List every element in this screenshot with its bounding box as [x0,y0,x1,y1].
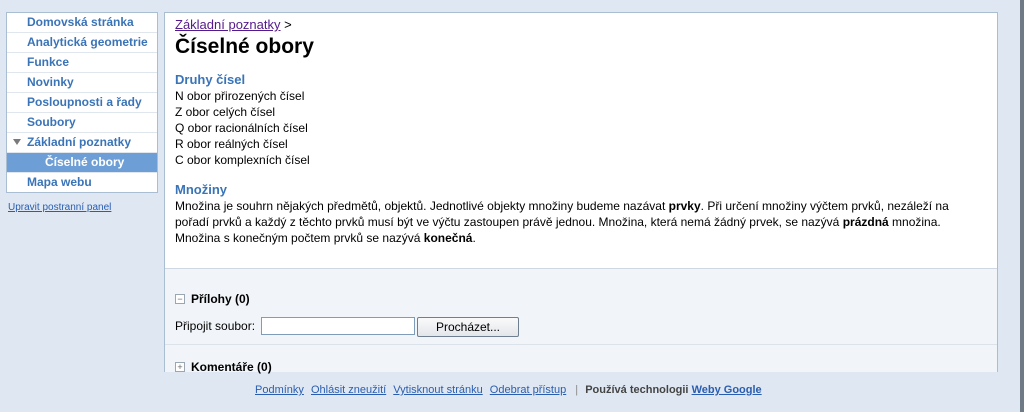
section-heading-number-types: Druhy čísel [175,72,246,87]
sidebar-item-home[interactable]: Domovská stránka [7,13,157,33]
terms-link[interactable]: Podmínky [255,384,304,396]
sidebar-item-sequences[interactable]: Posloupnosti a řady [7,93,157,113]
list-item: Q obor racionálních čísel [175,121,308,135]
footer: Podmínky Ohlásit zneužití Vytisknout str… [255,384,766,396]
comments-title: Komentáře (0) [191,360,272,374]
sidebar-item-label: Základní poznatky [27,135,132,149]
sidebar-item-functions[interactable]: Funkce [7,53,157,73]
sidebar: Domovská stránka Analytická geometrie Fu… [6,12,158,193]
attachments-header[interactable]: − Přílohy (0) [175,292,250,306]
list-item: N obor přirozených čísel [175,89,305,103]
bold-term: prázdná [842,215,889,229]
list-item: Z obor celých čísel [175,105,276,119]
sets-paragraph: Množina je souhrn nějakých předmětů, obj… [175,198,975,246]
divider [165,344,997,345]
attach-file-label: Připojit soubor: [175,319,256,333]
sidebar-item-analytic-geometry[interactable]: Analytická geometrie [7,33,157,53]
google-sites-link[interactable]: Weby Google [692,384,762,396]
list-item: R obor reálných čísel [175,137,288,151]
sidebar-item-basics[interactable]: Základní poznatky [7,133,157,153]
expand-icon[interactable]: + [175,361,185,372]
sidebar-item-sitemap[interactable]: Mapa webu [7,173,157,192]
footer-separator: | [575,384,579,396]
powered-by-text: Používá technologii [585,384,689,396]
attachments-comments-area: − Přílohy (0) Připojit soubor: Procházet.… [165,268,997,374]
print-page-link[interactable]: Vytisknout stránku [393,384,482,396]
attach-file-input[interactable] [261,317,415,335]
breadcrumb-separator: > [284,17,292,32]
sidebar-item-news[interactable]: Novinky [7,73,157,93]
expand-triangle-icon[interactable] [13,139,21,145]
breadcrumb-link[interactable]: Základní poznatky [175,17,281,32]
list-item: C obor komplexních čísel [175,153,310,167]
section-heading-sets: Množiny [175,182,227,197]
page-content: Základní poznatky > Číselné obory Druhy … [175,17,987,246]
main-panel: Základní poznatky > Číselné obory Druhy … [164,12,998,374]
edit-sidebar-link[interactable]: Upravit postranní panel [8,202,111,213]
text-run: Množina je souhrn nějakých předmětů, obj… [175,199,669,213]
remove-access-link[interactable]: Odebrat přístup [490,384,566,396]
report-abuse-link[interactable]: Ohlásit zneužití [311,384,386,396]
page-title: Číselné obory [175,35,314,58]
window-edge [1020,0,1024,412]
text-run: . [472,231,476,245]
sidebar-item-number-sets[interactable]: Číselné obory [7,153,157,173]
browse-button[interactable]: Procházet... [417,317,519,337]
comments-header[interactable]: + Komentáře (0) [175,360,272,374]
bold-term: konečná [423,231,473,245]
sidebar-item-files[interactable]: Soubory [7,113,157,133]
bold-term: prvky [668,199,701,213]
attachments-title: Přílohy (0) [191,292,250,306]
breadcrumb: Základní poznatky > [175,17,987,32]
collapse-icon[interactable]: − [175,293,185,304]
